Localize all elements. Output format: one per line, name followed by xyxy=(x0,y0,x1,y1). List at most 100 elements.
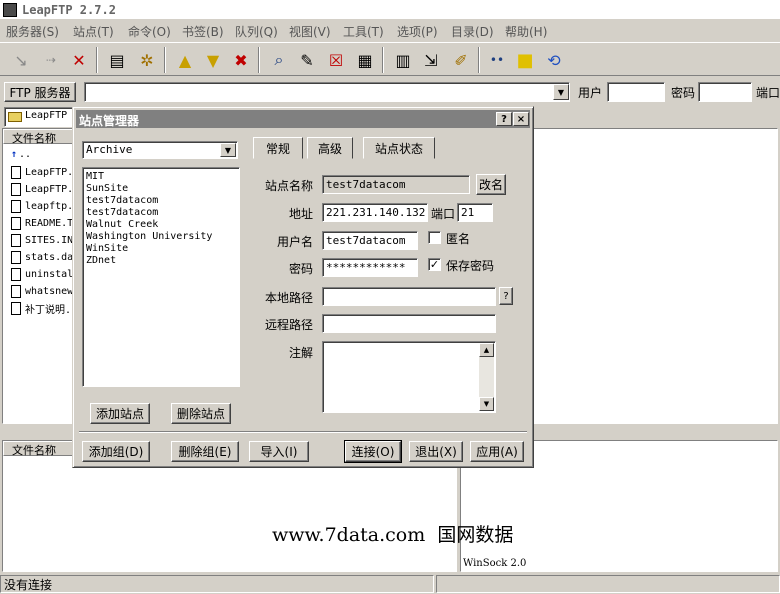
anonymous-label: 匿名 xyxy=(446,232,471,246)
site-list-item[interactable]: Walnut Creek xyxy=(86,219,236,231)
toolbar-separator xyxy=(164,47,166,73)
help-button[interactable]: ? xyxy=(496,112,512,126)
site-list-item[interactable]: SunSite xyxy=(86,183,236,195)
file-row[interactable]: stats.da xyxy=(11,249,73,266)
disconnect-icon[interactable]: ⇢ xyxy=(40,49,62,71)
find-icon[interactable]: ⌕ xyxy=(268,49,290,71)
file-icon xyxy=(11,217,21,230)
add-site-button[interactable]: 添加站点 xyxy=(90,403,150,424)
file-row[interactable]: whatsnew xyxy=(11,283,73,300)
dialog-title: 站点管理器 xyxy=(79,114,140,128)
menu-tools[interactable]: 工具(T) xyxy=(343,23,384,40)
app-title-bar: LeapFTP 2.7.2 xyxy=(0,0,780,20)
cancel-icon[interactable]: ☒ xyxy=(325,49,347,71)
queue-column-header[interactable]: 文件名称 xyxy=(3,441,73,457)
site-name-field: test7datacom xyxy=(322,175,470,194)
site-name-label: 站点名称 xyxy=(265,179,314,193)
dialog-divider xyxy=(79,431,527,433)
port-field[interactable]: 21 xyxy=(457,203,493,222)
menu-bar: 服务器(S) 站点(T) 命令(O) 书签(B) 队列(Q) 视图(V) 工具(… xyxy=(0,20,780,40)
password-field[interactable]: ************ xyxy=(322,258,418,277)
password-label: 密码 xyxy=(671,86,696,100)
delete-queue-icon[interactable]: ✖ xyxy=(230,49,252,71)
parent-directory-row[interactable]: ↑.. xyxy=(11,146,31,163)
ftp-server-button[interactable]: FTP 服务器 xyxy=(4,82,76,102)
save-password-checkbox[interactable]: ✓ xyxy=(428,258,441,271)
transfer-icon[interactable]: ⇲ xyxy=(420,49,442,71)
notes-field[interactable] xyxy=(322,341,496,413)
scroll-up-icon[interactable]: ▲ xyxy=(479,343,494,357)
exit-button[interactable]: 退出(X) xyxy=(409,441,463,462)
delete-group-button[interactable]: 删除组(E) xyxy=(171,441,239,462)
anonymous-checkbox[interactable] xyxy=(428,231,441,244)
tab-advanced[interactable]: 高级 xyxy=(307,137,353,159)
user-label: 用户 xyxy=(578,86,603,100)
site-list-item[interactable]: WinSite xyxy=(86,243,236,255)
log-icon[interactable]: ▥ xyxy=(392,49,414,71)
notes-scrollbar[interactable]: ▲ ▼ xyxy=(479,343,494,411)
server-address-input[interactable] xyxy=(84,82,570,102)
delete-site-button[interactable]: 删除站点 xyxy=(171,403,231,424)
menu-bookmark[interactable]: 书签(B) xyxy=(182,23,224,40)
add-group-button[interactable]: 添加组(D) xyxy=(82,441,150,462)
menu-directory[interactable]: 目录(D) xyxy=(451,23,494,40)
tab-general[interactable]: 常规 xyxy=(253,137,303,159)
tab-site-status[interactable]: 站点状态 xyxy=(363,137,435,159)
abort-icon[interactable]: ✕ xyxy=(68,49,90,71)
password-input[interactable] xyxy=(698,82,752,102)
site-manager-icon[interactable]: ▤ xyxy=(106,49,128,71)
refresh-icon[interactable]: ⟲ xyxy=(543,49,565,71)
apply-button[interactable]: 应用(A) xyxy=(470,441,524,462)
file-icon xyxy=(11,200,21,213)
toolbar-separator xyxy=(478,47,480,73)
menu-command[interactable]: 命令(O) xyxy=(128,23,171,40)
menu-server[interactable]: 服务器(S) xyxy=(6,23,59,40)
group-select[interactable]: Archive xyxy=(82,141,238,159)
menu-options[interactable]: 选项(P) xyxy=(397,23,438,40)
menu-site[interactable]: 站点(T) xyxy=(73,23,114,40)
chevron-down-icon[interactable]: ▼ xyxy=(220,143,236,157)
browse-button[interactable]: ? xyxy=(499,287,513,305)
address-field[interactable]: 221.231.140.132 xyxy=(322,203,428,222)
file-row[interactable]: SITES.IN xyxy=(11,232,73,249)
site-list-item[interactable]: MIT xyxy=(86,171,236,183)
import-button[interactable]: 导入(I) xyxy=(249,441,309,462)
script-icon[interactable]: ✐ xyxy=(450,49,472,71)
notes-icon[interactable]: ▦ xyxy=(354,49,376,71)
menu-queue[interactable]: 队列(Q) xyxy=(235,23,278,40)
site-list-item[interactable]: Washington University xyxy=(86,231,236,243)
file-row[interactable]: LeapFTP. xyxy=(11,164,73,181)
app-title: LeapFTP 2.7.2 xyxy=(22,3,116,17)
site-list-item[interactable]: ZDnet xyxy=(86,255,236,267)
site-list-item[interactable]: test7datacom xyxy=(86,195,236,207)
file-row[interactable]: leapftp. xyxy=(11,198,73,215)
menu-view[interactable]: 视图(V) xyxy=(289,23,331,40)
connect-icon[interactable]: ↘ xyxy=(10,49,32,71)
file-row[interactable]: 补丁说明. xyxy=(11,300,71,317)
connect-button[interactable]: 连接(O) xyxy=(344,440,402,463)
toolbar-separator xyxy=(382,47,384,73)
file-row[interactable]: LeapFTP. xyxy=(11,181,73,198)
upload-icon[interactable]: ▲ xyxy=(174,49,196,71)
edit-icon[interactable]: ✎ xyxy=(296,49,318,71)
scroll-down-icon[interactable]: ▼ xyxy=(479,397,494,411)
remote-path-field[interactable] xyxy=(322,314,496,333)
site-list-item[interactable]: test7datacom xyxy=(86,207,236,219)
dots-icon[interactable]: •• xyxy=(486,49,508,71)
site-list[interactable]: MIT SunSite test7datacom test7datacom Wa… xyxy=(82,167,240,387)
menu-help[interactable]: 帮助(H) xyxy=(505,23,547,40)
username-field[interactable]: test7datacom xyxy=(322,231,418,250)
file-row[interactable]: README.T xyxy=(11,215,73,232)
file-row[interactable]: uninstal xyxy=(11,266,73,283)
file-icon xyxy=(11,166,21,179)
bookmark-icon[interactable]: ✲ xyxy=(136,49,158,71)
local-path-field[interactable] xyxy=(322,287,496,306)
chevron-down-icon[interactable]: ▼ xyxy=(553,84,569,100)
download-icon[interactable]: ▼ xyxy=(202,49,224,71)
rename-button[interactable]: 改名 xyxy=(476,174,506,195)
folder-icon[interactable]: ■ xyxy=(514,49,536,71)
username-label: 用户名 xyxy=(277,235,314,249)
user-input[interactable] xyxy=(607,82,665,102)
local-column-header[interactable]: 文件名称 xyxy=(3,129,73,145)
close-button[interactable]: × xyxy=(513,112,529,126)
